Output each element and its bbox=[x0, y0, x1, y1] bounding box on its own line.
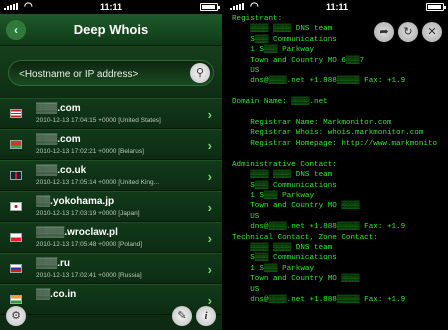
close-button[interactable]: ✕ bbox=[422, 22, 442, 42]
chevron-right-icon: › bbox=[207, 107, 212, 122]
search-bar: ⚲ bbox=[0, 46, 222, 98]
info-button[interactable]: i bbox=[196, 306, 216, 326]
list-item-meta: 2010-12-13 17:02:21 +0000 [Belarus] bbox=[36, 148, 144, 155]
list-item-meta: 2010-12-13 17:03:19 +0000 [Japan] bbox=[36, 210, 140, 217]
page-title: Deep Whois bbox=[73, 22, 149, 37]
whois-line bbox=[232, 149, 448, 159]
whois-line bbox=[232, 87, 448, 97]
search-field[interactable]: ⚲ bbox=[8, 60, 214, 86]
whois-line: US bbox=[232, 67, 260, 76]
hostname-input[interactable] bbox=[19, 66, 179, 82]
whois-line: dns@▒▒▒▒.net +1.888▒▒▒▒▒ Fax: +1.9 bbox=[232, 295, 406, 304]
list-item-domain: ▒▒▒.com bbox=[36, 103, 81, 114]
status-bar: ◠ 11:11 bbox=[0, 0, 222, 14]
status-time: 11:11 bbox=[99, 2, 123, 12]
magnifier-icon[interactable]: ⚲ bbox=[190, 63, 210, 83]
list-item[interactable]: ▒▒▒.co.uk 2010-12-13 17:05:14 +0000 [Uni… bbox=[0, 160, 222, 191]
battery-icon bbox=[200, 3, 220, 11]
history-list: ▒▒▒.com 2010-12-13 17:04:15 +0000 [Unite… bbox=[0, 98, 222, 330]
flag-icon bbox=[10, 233, 22, 242]
wrench-icon: ✎ bbox=[177, 310, 187, 322]
whois-line: Town and Country MO ▒▒▒▒ bbox=[232, 275, 360, 284]
list-item[interactable]: ▒▒.yokohama.jp 2010-12-13 17:03:19 +0000… bbox=[0, 191, 222, 222]
whois-line: Technical Contact, Zone Contact: bbox=[232, 233, 378, 242]
list-item-domain: ▒▒▒▒.wroclaw.pl bbox=[36, 227, 118, 238]
chevron-right-icon: › bbox=[207, 262, 212, 277]
settings-button[interactable]: ⚙ bbox=[6, 306, 26, 326]
list-item-domain: ▒▒.co.in bbox=[36, 289, 77, 300]
share-arrow-icon: ➦ bbox=[379, 26, 389, 38]
whois-line: 1 S▒▒▒ Parkway bbox=[232, 46, 315, 55]
list-item-meta: 2010-12-13 17:05:14 +0000 [United King..… bbox=[36, 179, 160, 186]
chevron-right-icon: › bbox=[207, 200, 212, 215]
flag-icon bbox=[10, 264, 22, 273]
list-item[interactable]: ▒▒▒.com 2010-12-13 17:02:21 +0000 [Belar… bbox=[0, 129, 222, 160]
whois-line: Town and Country MO ▒▒▒▒ bbox=[232, 202, 360, 211]
close-icon: ✕ bbox=[427, 26, 437, 38]
refresh-button[interactable]: ↻ bbox=[398, 22, 418, 42]
chevron-right-icon: › bbox=[207, 231, 212, 246]
whois-line: Registrar Name: Markmonitor.com bbox=[232, 119, 392, 128]
flag-icon bbox=[10, 140, 22, 149]
whois-line: US bbox=[232, 212, 260, 221]
list-item-domain: ▒▒▒.com bbox=[36, 134, 81, 145]
whois-line: dns@▒▒▒▒.net +1.888▒▒▒▒▒ Fax: +1.9 bbox=[232, 77, 406, 86]
share-button[interactable]: ➦ bbox=[374, 22, 394, 42]
whois-line: 1 S▒▒▒ Parkway bbox=[232, 264, 315, 273]
whois-line: S▒▒▒ Communications bbox=[232, 181, 337, 190]
list-item-domain: ▒▒▒.co.uk bbox=[36, 165, 87, 176]
info-icon: i bbox=[204, 310, 208, 322]
list-item[interactable]: ▒▒▒.ru 2010-12-13 17:02:41 +0000 [Russia… bbox=[0, 253, 222, 284]
status-bar: ◠ 11:11 bbox=[226, 0, 448, 14]
whois-line: Registrar Homepage: http://www.markmonit… bbox=[232, 139, 438, 148]
flag-icon bbox=[10, 109, 22, 118]
battery-icon bbox=[426, 3, 446, 11]
whois-line: Town and Country MO 6▒▒▒7 bbox=[232, 56, 365, 65]
list-item[interactable]: ▒▒▒.com 2010-12-13 17:04:15 +0000 [Unite… bbox=[0, 98, 222, 129]
whois-line: ▒▒▒▒ ▒▒▒▒ DNS team bbox=[232, 243, 333, 252]
whois-line: dns@▒▒▒▒.net +1.888▒▒▒▒▒ Fax: +1.9 bbox=[232, 223, 406, 232]
whois-line: S▒▒▒ Communications bbox=[232, 254, 337, 263]
nav-bar: ‹ Deep Whois bbox=[0, 14, 222, 46]
list-item-meta: 2010-12-13 17:05:48 +0000 [Poland] bbox=[36, 241, 143, 248]
refresh-icon: ↻ bbox=[403, 26, 413, 38]
bottom-toolbar: ⚙ ✎ i bbox=[0, 304, 222, 330]
whois-line: US bbox=[232, 285, 260, 294]
list-item-meta: 2010-12-13 17:02:41 +0000 [Russia] bbox=[36, 272, 142, 279]
result-toolbar: ➦ ↻ ✕ bbox=[374, 22, 442, 42]
chevron-right-icon: › bbox=[207, 138, 212, 153]
whois-line: Domain Name: ▒▒▒▒.net bbox=[232, 98, 328, 107]
whois-line: Administrative Contact: bbox=[232, 160, 337, 169]
history-screen: ◠ 11:11 ‹ Deep Whois ⚲ ▒▒▒.com 2010-12-1… bbox=[0, 0, 222, 330]
status-time: 11:11 bbox=[325, 2, 349, 12]
whois-line: ▒▒▒▒ ▒▒▒▒ DNS team bbox=[232, 171, 333, 180]
flag-icon bbox=[10, 202, 22, 211]
chevron-right-icon: › bbox=[207, 169, 212, 184]
whois-line: Registrar Whois: whois.markmonitor.com bbox=[232, 129, 424, 138]
whois-result-screen: ◠ 11:11 Registrant: ▒▒▒▒ ▒▒▒▒ DNS team S… bbox=[226, 0, 448, 330]
list-item[interactable]: ▒▒▒▒.wroclaw.pl 2010-12-13 17:05:48 +000… bbox=[0, 222, 222, 253]
flag-icon bbox=[10, 295, 22, 304]
whois-line: 1 S▒▒▒ Parkway bbox=[232, 191, 315, 200]
whois-line bbox=[232, 108, 448, 118]
list-item-meta: 2010-12-13 17:04:15 +0000 [United States… bbox=[36, 117, 161, 124]
flag-icon bbox=[10, 171, 22, 180]
list-item-domain: ▒▒▒.ru bbox=[36, 258, 71, 269]
list-item-domain: ▒▒.yokohama.jp bbox=[36, 196, 115, 207]
tools-button[interactable]: ✎ bbox=[172, 306, 192, 326]
wrench-icon: ⚙ bbox=[11, 310, 21, 322]
whois-text: Registrant: ▒▒▒▒ ▒▒▒▒ DNS team S▒▒▒ Comm… bbox=[232, 14, 448, 330]
